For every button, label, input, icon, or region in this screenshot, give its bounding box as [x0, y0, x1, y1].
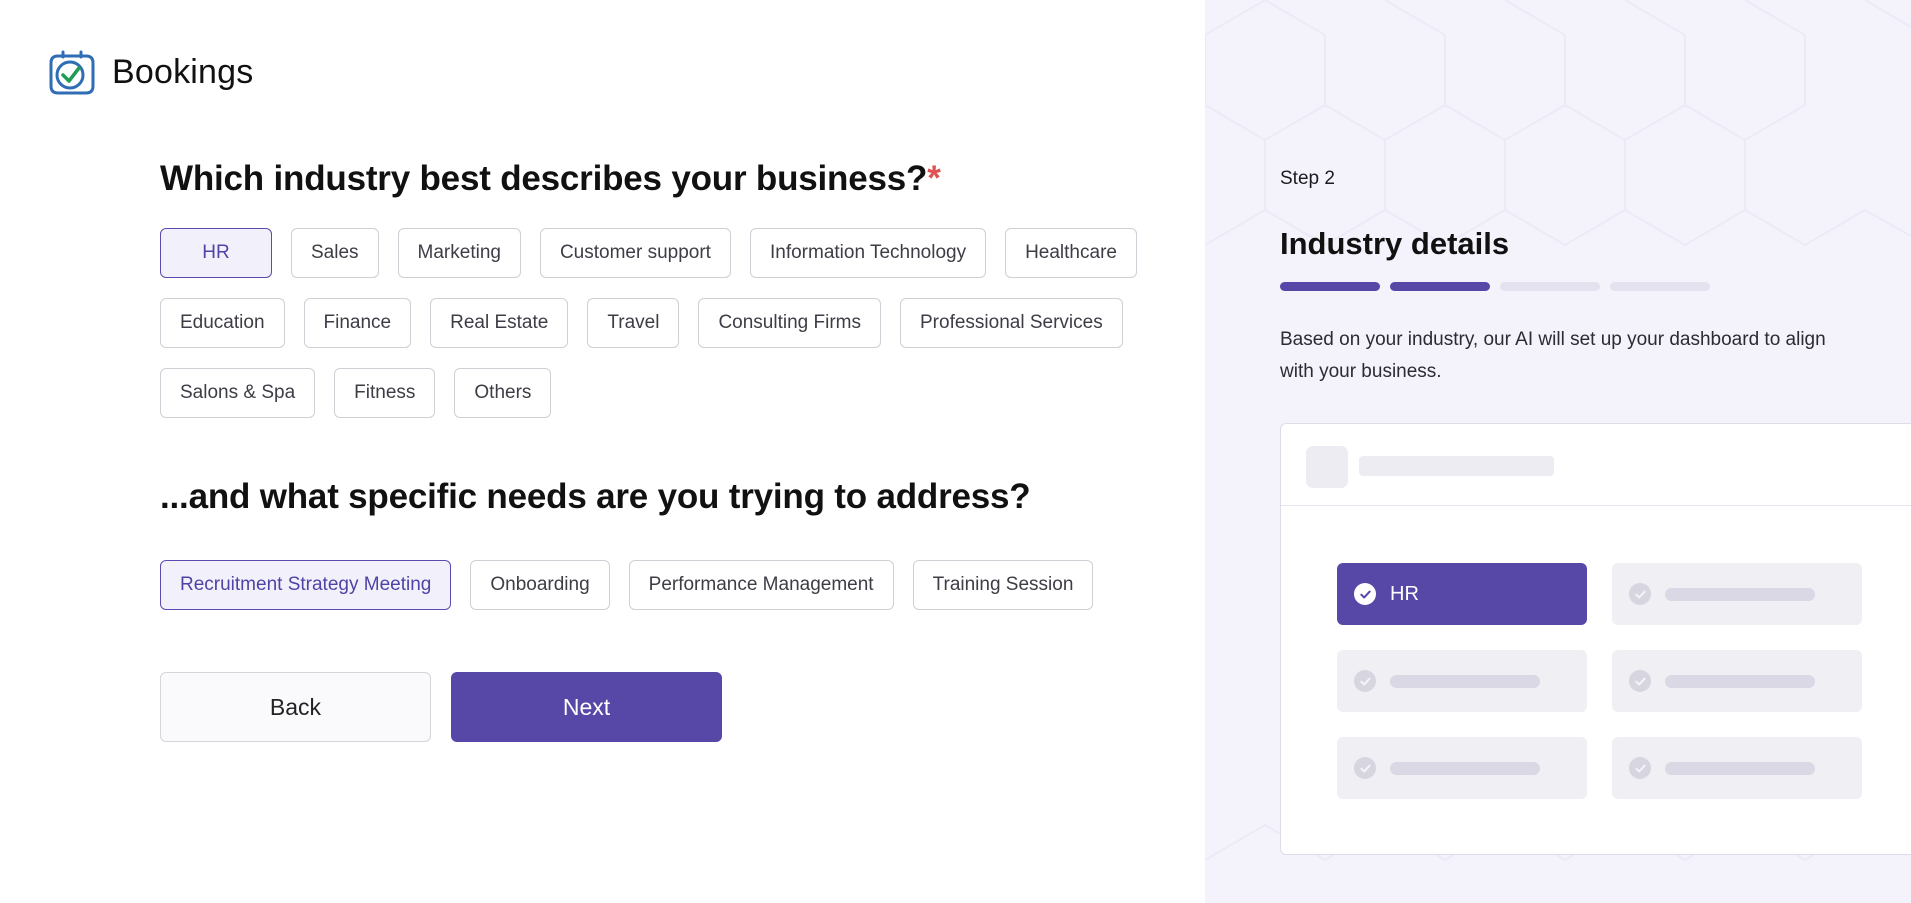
preview-card-label: HR	[1390, 582, 1419, 605]
check-circle-icon	[1354, 583, 1376, 605]
progress-segment-4	[1610, 282, 1710, 291]
progress-segment-2	[1390, 282, 1490, 291]
calendar-check-icon	[49, 50, 95, 95]
preview-card-placeholder	[1612, 737, 1862, 799]
needs-question: ...and what specific needs are you tryin…	[160, 477, 1031, 516]
need-option-recruitment-strategy-meeting[interactable]: Recruitment Strategy Meeting	[160, 560, 452, 610]
need-option-onboarding[interactable]: Onboarding	[470, 560, 610, 610]
industry-option-sales[interactable]: Sales	[291, 228, 379, 278]
step-progress	[1280, 282, 1710, 291]
preview-card-placeholder	[1612, 563, 1862, 625]
preview-text-placeholder	[1390, 674, 1540, 688]
industry-option-salons-spa[interactable]: Salons & Spa	[160, 368, 316, 418]
preview-avatar-placeholder	[1306, 446, 1348, 488]
industry-option-professional-services[interactable]: Professional Services	[900, 298, 1123, 348]
preview-header	[1281, 424, 1911, 506]
industry-option-others[interactable]: Others	[454, 368, 552, 418]
brand: Bookings	[46, 46, 253, 98]
preview-card-placeholder	[1612, 650, 1862, 712]
preview-card-placeholder	[1337, 650, 1587, 712]
check-circle-icon	[1629, 670, 1651, 692]
step-label: Step 2	[1280, 168, 1335, 189]
industry-option-healthcare[interactable]: Healthcare	[1005, 228, 1137, 278]
preview-card-placeholder	[1337, 737, 1587, 799]
industry-option-finance[interactable]: Finance	[303, 298, 412, 348]
panel-title: Industry details	[1280, 226, 1510, 261]
onboarding-form-panel: Bookings Which industry best describes y…	[0, 0, 1205, 903]
back-button[interactable]: Back	[160, 672, 431, 742]
preview-text-placeholder	[1665, 587, 1815, 601]
check-circle-icon	[1629, 757, 1651, 779]
panel-description: Based on your industry, our AI will set …	[1280, 329, 1826, 382]
industry-option-hr[interactable]: HR	[160, 228, 272, 278]
check-circle-icon	[1354, 757, 1376, 779]
needs-options: Recruitment Strategy Meeting Onboarding …	[160, 560, 1160, 610]
industry-option-travel[interactable]: Travel	[587, 298, 680, 348]
brand-name: Bookings	[112, 52, 254, 91]
progress-segment-3	[1500, 282, 1600, 291]
industry-option-real-estate[interactable]: Real Estate	[430, 298, 569, 348]
industry-question: Which industry best describes your busin…	[160, 158, 1160, 200]
check-circle-icon	[1629, 583, 1651, 605]
progress-segment-1	[1280, 282, 1380, 291]
step-info-panel: Step 2 Industry details Based on your in…	[1205, 0, 1911, 903]
industry-option-information-technology[interactable]: Information Technology	[749, 228, 987, 278]
preview-text-placeholder	[1665, 761, 1815, 775]
preview-text-placeholder	[1390, 761, 1540, 775]
preview-title-placeholder	[1359, 456, 1554, 476]
industry-option-customer-support[interactable]: Customer support	[539, 228, 731, 278]
next-button[interactable]: Next	[451, 672, 722, 742]
form-actions: Back Next	[160, 672, 1160, 742]
industry-option-fitness[interactable]: Fitness	[334, 368, 436, 418]
preview-card-grid: HR	[1337, 563, 1862, 799]
industry-options: HR Sales Marketing Customer support Info…	[160, 228, 1160, 418]
industry-option-consulting-firms[interactable]: Consulting Firms	[698, 298, 881, 348]
form-content: Which industry best describes your busin…	[160, 158, 1160, 742]
dashboard-preview: HR	[1280, 423, 1911, 855]
industry-question-text: Which industry best describes your busin…	[160, 159, 928, 198]
industry-option-marketing[interactable]: Marketing	[397, 228, 521, 278]
need-option-performance-management[interactable]: Performance Management	[628, 560, 894, 610]
preview-text-placeholder	[1665, 674, 1815, 688]
need-option-training-session[interactable]: Training Session	[912, 560, 1094, 610]
industry-option-education[interactable]: Education	[160, 298, 285, 348]
required-mark: *	[927, 159, 941, 198]
preview-card-active: HR	[1337, 563, 1587, 625]
check-circle-icon	[1354, 670, 1376, 692]
